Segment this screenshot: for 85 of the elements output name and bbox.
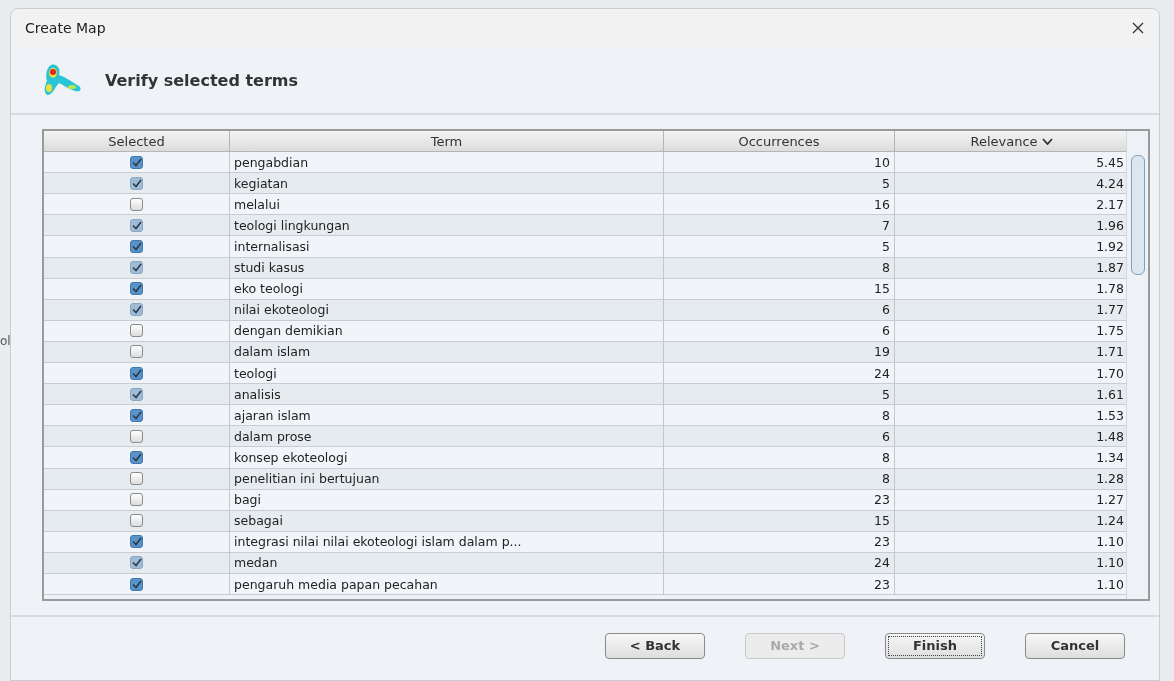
relevance-cell: 1.71 [895, 341, 1126, 364]
window-title: Create Map [25, 20, 106, 36]
checkbox[interactable] [130, 261, 143, 275]
checkbox[interactable] [130, 387, 143, 401]
relevance-cell: 1.87 [895, 257, 1126, 279]
term-cell: pengabdian [230, 152, 664, 174]
term-cell: nilai ekoteologi [230, 299, 664, 321]
term-cell: analisis [230, 384, 664, 406]
occurrences-cell: 6 [664, 426, 895, 448]
wizard-button[interactable]: < Back [605, 632, 705, 659]
term-cell: bagi [230, 489, 664, 511]
checkbox[interactable] [130, 493, 143, 507]
occurrences-cell: 5 [664, 384, 895, 406]
occurrences-cell: 8 [664, 447, 895, 469]
term-cell: konsep ekoteologi [230, 447, 664, 469]
checkbox[interactable] [130, 282, 143, 296]
occurrences-cell: 5 [664, 236, 895, 258]
checkbox[interactable] [130, 535, 143, 549]
relevance-cell: 1.48 [895, 426, 1126, 448]
occurrences-cell: 24 [664, 552, 895, 574]
checkbox[interactable] [130, 240, 143, 253]
term-cell: pengaruh media papan pecahan [230, 573, 664, 596]
close-icon [1132, 22, 1144, 34]
background-text: ol [0, 333, 10, 348]
checkbox[interactable] [130, 577, 143, 591]
occurrences-cell: 24 [664, 363, 895, 385]
column-header[interactable]: Relevance [895, 131, 1126, 153]
column-header[interactable]: Term [230, 131, 664, 153]
occurrences-cell: 7 [664, 215, 895, 237]
checkbox[interactable] [130, 218, 143, 232]
wizard-button[interactable]: Finish [885, 632, 985, 659]
occurrences-cell: 23 [664, 573, 895, 596]
occurrences-cell: 16 [664, 194, 895, 216]
checkbox[interactable] [130, 197, 143, 211]
occurrences-cell: 8 [664, 468, 895, 490]
term-cell: teologi lingkungan [230, 215, 664, 237]
checkbox[interactable] [130, 472, 143, 486]
occurrences-cell: 6 [664, 299, 895, 321]
relevance-cell: 1.24 [895, 510, 1126, 532]
relevance-cell: 1.61 [895, 384, 1126, 406]
term-cell: ajaran islam [230, 405, 664, 427]
checkbox[interactable] [130, 324, 143, 338]
term-cell: integrasi nilai nilai ekoteologi islam dalam p... [230, 531, 664, 553]
term-cell: sebagai [230, 510, 664, 532]
occurrences-cell: 23 [664, 489, 895, 511]
checkbox[interactable] [130, 556, 143, 570]
relevance-cell: 1.96 [895, 215, 1126, 237]
term-cell: teologi [230, 363, 664, 385]
term-cell: kegiatan [230, 173, 664, 195]
term-cell: eko teologi [230, 278, 664, 300]
checkbox[interactable] [130, 345, 143, 359]
wizard-button[interactable]: Cancel [1025, 632, 1125, 659]
occurrences-cell: 15 [664, 510, 895, 532]
checkbox[interactable] [130, 155, 143, 169]
term-cell: internalisasi [230, 236, 664, 258]
checkbox[interactable] [130, 429, 143, 443]
occurrences-cell: 8 [664, 405, 895, 427]
term-cell: dalam prose [230, 426, 664, 448]
occurrences-cell: 6 [664, 320, 895, 342]
term-cell: penelitian ini bertujuan [230, 468, 664, 490]
checkbox[interactable] [130, 408, 143, 422]
occurrences-cell: 15 [664, 278, 895, 300]
relevance-cell: 1.28 [895, 468, 1126, 490]
occurrences-cell: 10 [664, 152, 895, 174]
term-cell: studi kasus [230, 257, 664, 279]
occurrences-cell: 23 [664, 531, 895, 553]
relevance-cell: 4.24 [895, 173, 1126, 195]
relevance-cell: 1.10 [895, 552, 1126, 574]
occurrences-cell: 19 [664, 341, 895, 364]
term-cell: dengan demikian [230, 320, 664, 342]
checkbox[interactable] [130, 450, 143, 464]
checkbox[interactable] [130, 366, 143, 380]
checkbox[interactable] [130, 176, 143, 190]
column-header[interactable]: Occurrences [664, 131, 895, 153]
term-cell: melalui [230, 194, 664, 216]
scrollbar-thumb[interactable] [1130, 155, 1145, 275]
checkbox[interactable] [130, 514, 143, 528]
checkbox[interactable] [130, 303, 143, 317]
column-header[interactable]: Selected [44, 131, 230, 153]
term-cell: dalam islam [230, 341, 664, 364]
occurrences-cell: 8 [664, 257, 895, 279]
page-heading: Verify selected terms [105, 70, 298, 90]
term-cell: medan [230, 552, 664, 574]
relevance-cell: 1.77 [895, 299, 1126, 321]
occurrences-cell: 5 [664, 173, 895, 195]
